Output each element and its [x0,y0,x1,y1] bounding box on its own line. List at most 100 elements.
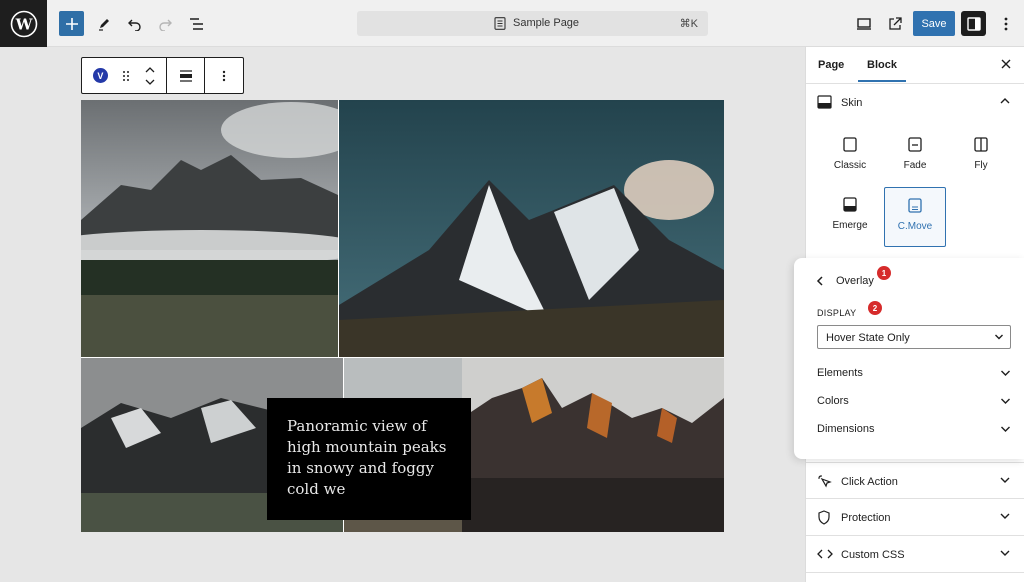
skin-panel-title: Skin [841,97,863,109]
skin-option-fade[interactable]: Fade [884,127,946,187]
redo-button[interactable] [153,11,178,36]
tab-block[interactable]: Block [858,59,906,82]
colors-panel-toggle[interactable]: Colors [817,394,1011,410]
step-badge-1: 1 [877,266,891,280]
chevron-down-icon [1000,477,1010,483]
undo-button[interactable] [122,11,147,36]
tools-button[interactable] [91,11,116,36]
move-up-down-icon [145,66,155,85]
elements-panel-toggle[interactable]: Elements [817,366,1011,382]
gallery-image[interactable] [81,100,338,357]
skin-option-classic[interactable]: Classic [819,127,881,187]
dimensions-label: Dimensions [817,423,875,435]
custom-css-panel-header[interactable]: Custom CSS [806,536,1024,573]
code-icon [817,549,833,559]
undo-icon [128,19,141,31]
emerge-icon [843,197,857,212]
close-sidebar-button[interactable] [1000,58,1012,73]
chevron-down-icon [1000,550,1010,556]
skin-option-emerge[interactable]: Emerge [819,187,881,247]
save-button[interactable]: Save [913,11,955,36]
step-badge-2: 2 [868,301,882,315]
editor-canvas: V Panoramic view of high mountain peaks … [0,47,805,582]
drag-handle-icon [122,70,129,81]
skin-option-label: Fade [903,160,927,171]
click-action-panel-header[interactable]: Click Action [806,462,1024,499]
classic-icon [843,137,857,152]
custom-css-panel-title: Custom CSS [841,549,905,561]
mountain-photo [462,358,724,532]
chevron-down-icon [1001,370,1010,376]
overlay-panel-title: Overlay [836,275,874,287]
block-options-button[interactable] [205,58,243,93]
mountain-photo [81,100,338,357]
chevron-down-icon [1001,398,1010,404]
protection-panel-title: Protection [841,512,891,524]
skin-panel-header[interactable]: Skin [806,84,1024,121]
align-center-icon [179,69,192,82]
skin-option-label: C.Move [897,221,933,232]
skin-option-label: Classic [833,160,867,171]
chevron-down-icon [1001,426,1010,432]
sidebar-tabs: Page Block [806,47,1024,84]
chevron-down-icon [1000,513,1010,519]
overlay-settings-panel: Overlay 1 2 DISPLAY Hover State Only Ele… [794,258,1024,459]
plus-icon [65,17,78,30]
gallery-image[interactable] [339,100,724,357]
redo-icon [159,19,172,31]
align-button[interactable] [167,58,204,93]
skin-icon [817,95,832,109]
image-gallery[interactable]: Panoramic view of high mountain peaks in… [81,100,724,532]
pointer-icon [818,475,832,488]
external-link-icon [888,16,902,30]
block-toolbar: V [81,57,244,94]
list-view-icon [190,17,203,30]
chevron-up-icon [1000,98,1010,104]
elements-label: Elements [817,367,863,379]
gallery-image[interactable] [462,358,724,532]
preview-button[interactable] [851,11,876,36]
view-page-button[interactable] [882,11,907,36]
skin-option-fly[interactable]: Fly [950,127,1012,187]
dimensions-panel-toggle[interactable]: Dimensions [817,422,1011,438]
close-icon [1001,59,1011,69]
chevron-down-icon [995,334,1003,340]
fade-icon [908,137,922,152]
wordpress-logo-icon[interactable]: W [0,0,47,47]
desktop-icon [856,17,871,30]
more-vertical-icon [222,70,226,81]
block-type-button[interactable]: V [82,58,119,93]
page-icon [494,17,506,30]
document-overview-button[interactable] [184,11,209,36]
back-button[interactable] [816,275,824,290]
document-title: Sample Page [513,17,580,29]
svg-text:W: W [14,15,33,33]
more-vertical-icon [1004,17,1007,30]
click-action-panel-title: Click Action [841,476,898,488]
command-palette-bar[interactable]: Sample Page ⌘K [357,11,708,36]
skin-option-cmove[interactable]: C.Move [884,187,946,247]
add-block-button[interactable] [59,11,84,36]
drag-handle[interactable] [119,58,133,93]
sidebar-toggle-icon [966,16,981,31]
colors-label: Colors [817,395,849,407]
shortcut-hint: ⌘K [679,18,698,30]
cmove-icon [908,198,922,213]
fly-icon [974,137,988,152]
image-caption: Panoramic view of high mountain peaks in… [287,417,447,498]
skin-option-label: Fly [974,160,988,171]
chevron-left-icon [816,276,823,286]
protection-panel-header[interactable]: Protection [806,499,1024,536]
block-badge: V [92,68,108,83]
display-label: DISPLAY [817,308,857,318]
options-menu-button[interactable] [993,11,1018,36]
tab-page[interactable]: Page [818,59,844,71]
display-select[interactable]: Hover State Only [817,325,1011,349]
image-caption-overlay: Panoramic view of high mountain peaks in… [267,398,471,520]
shield-icon [818,510,830,525]
settings-button[interactable] [961,11,986,36]
editor-top-bar: W Sample Page ⌘K Save [0,0,1024,47]
pencil-icon [98,18,109,31]
move-buttons[interactable] [133,58,167,93]
skin-option-label: Emerge [832,220,868,231]
